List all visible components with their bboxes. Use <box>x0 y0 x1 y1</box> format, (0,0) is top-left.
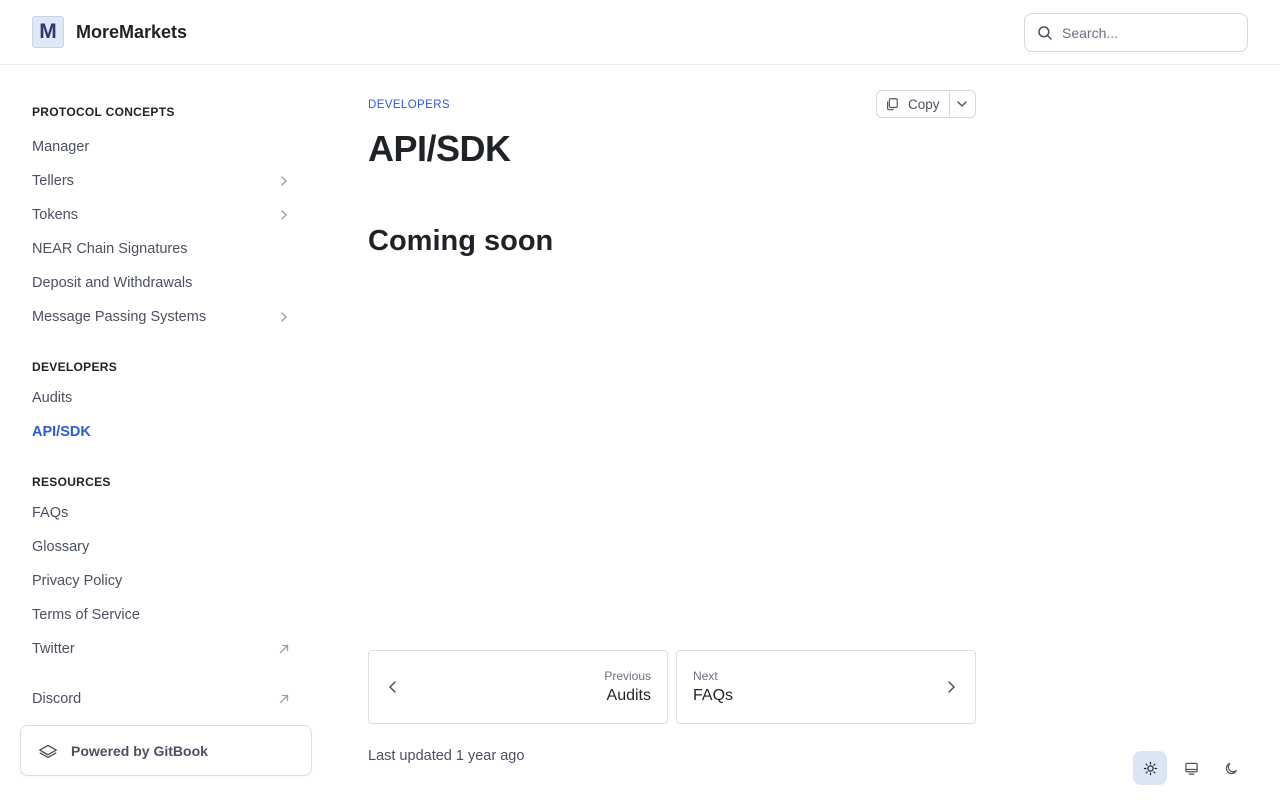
previous-title: Audits <box>606 687 651 704</box>
last-updated: Last updated 1 year ago <box>368 748 524 764</box>
breadcrumb[interactable]: DEVELOPERS <box>368 99 450 111</box>
sidebar-item-manager[interactable]: Manager <box>32 132 296 162</box>
sidebar-section-title: DEVELOPERS <box>32 360 118 374</box>
sidebar-item-label: Twitter <box>32 641 75 657</box>
copy-options-dropdown[interactable] <box>950 91 975 117</box>
moon-icon <box>1225 762 1237 774</box>
sidebar-item-tokens[interactable]: Tokens <box>32 200 296 230</box>
site-title: MoreMarkets <box>76 21 188 42</box>
copy-icon <box>887 98 898 111</box>
sidebar-item-label: FAQs <box>32 505 69 521</box>
sidebar-item-label: Manager <box>32 139 90 155</box>
monitor-icon <box>1184 762 1198 775</box>
sidebar-item-label: API/SDK <box>32 424 91 440</box>
sidebar-item-label: Tokens <box>32 207 78 223</box>
sidebar-item-label: Glossary <box>32 539 90 555</box>
search-box[interactable] <box>1024 13 1248 52</box>
sun-icon <box>1143 761 1157 775</box>
sidebar-item-glossary[interactable]: Glossary <box>32 532 296 562</box>
sidebar-item-label: Tellers <box>32 173 74 189</box>
search-icon <box>1038 25 1052 40</box>
light-theme-button[interactable] <box>1133 751 1167 785</box>
sidebar-item-label: NEAR Chain Signatures <box>32 241 188 257</box>
next-label: Next <box>693 669 718 683</box>
chevron-left-icon <box>389 681 396 693</box>
sidebar-item-deposit-withdrawals[interactable]: Deposit and Withdrawals <box>32 268 296 298</box>
logo-icon: M <box>32 16 64 48</box>
section-heading: Coming soon <box>368 225 554 257</box>
copy-label: Copy <box>908 96 940 112</box>
sidebar-item-label: Terms of Service <box>32 607 140 623</box>
sidebar-item-audits[interactable]: Audits <box>32 383 296 413</box>
copy-button[interactable]: Copy <box>877 91 950 117</box>
sidebar-item-privacy-policy[interactable]: Privacy Policy <box>32 566 296 596</box>
brand-logo-link[interactable]: M MoreMarkets <box>32 16 187 48</box>
sidebar-item-label: Deposit and Withdrawals <box>32 275 193 291</box>
sidebar-item-message-passing[interactable]: Message Passing Systems <box>32 302 296 332</box>
sidebar: PROTOCOL CONCEPTS Manager Tellers Tokens… <box>0 65 330 800</box>
system-theme-button[interactable] <box>1174 751 1208 785</box>
next-title: FAQs <box>693 687 734 704</box>
chevron-right-icon[interactable] <box>278 311 290 323</box>
search-input[interactable] <box>1062 24 1232 41</box>
sidebar-item-terms-of-service[interactable]: Terms of Service <box>32 600 296 630</box>
sidebar-section-title: RESOURCES <box>32 475 111 489</box>
previous-label: Previous <box>604 669 651 683</box>
sidebar-section-title: PROTOCOL CONCEPTS <box>32 105 175 119</box>
gitbook-icon <box>39 744 57 758</box>
chevron-down-icon <box>957 101 967 107</box>
last-updated-prefix: Last updated <box>368 748 452 764</box>
next-page-link[interactable]: Next FAQs <box>676 650 976 724</box>
chevron-right-icon[interactable] <box>278 209 290 221</box>
sidebar-item-near-chain-signatures[interactable]: NEAR Chain Signatures <box>32 234 296 264</box>
sidebar-item-tellers[interactable]: Tellers <box>32 166 296 196</box>
dark-theme-button[interactable] <box>1214 751 1248 785</box>
external-link-icon <box>279 644 289 654</box>
last-updated-value: 1 year ago <box>455 748 525 764</box>
chevron-right-icon[interactable] <box>278 175 290 187</box>
chevron-right-icon <box>948 681 955 693</box>
previous-page-link[interactable]: Previous Audits <box>368 650 668 724</box>
powered-by-gitbook-link[interactable]: Powered by GitBook <box>20 725 312 776</box>
sidebar-item-discord[interactable]: Discord <box>32 684 296 714</box>
sidebar-item-api-sdk[interactable]: API/SDK <box>32 417 296 447</box>
page-title: API/SDK <box>368 128 511 169</box>
copy-button-group: Copy <box>876 90 976 118</box>
sidebar-item-label: Privacy Policy <box>32 573 123 589</box>
sidebar-item-faqs[interactable]: FAQs <box>32 498 296 528</box>
top-header: M MoreMarkets <box>0 0 1280 65</box>
external-link-icon <box>279 694 289 704</box>
sidebar-item-label: Audits <box>32 390 73 406</box>
powered-by-label: Powered by GitBook <box>71 742 208 759</box>
sidebar-item-label: Message Passing Systems <box>32 309 207 325</box>
sidebar-item-label: Discord <box>32 691 82 707</box>
sidebar-item-twitter[interactable]: Twitter <box>32 634 296 664</box>
